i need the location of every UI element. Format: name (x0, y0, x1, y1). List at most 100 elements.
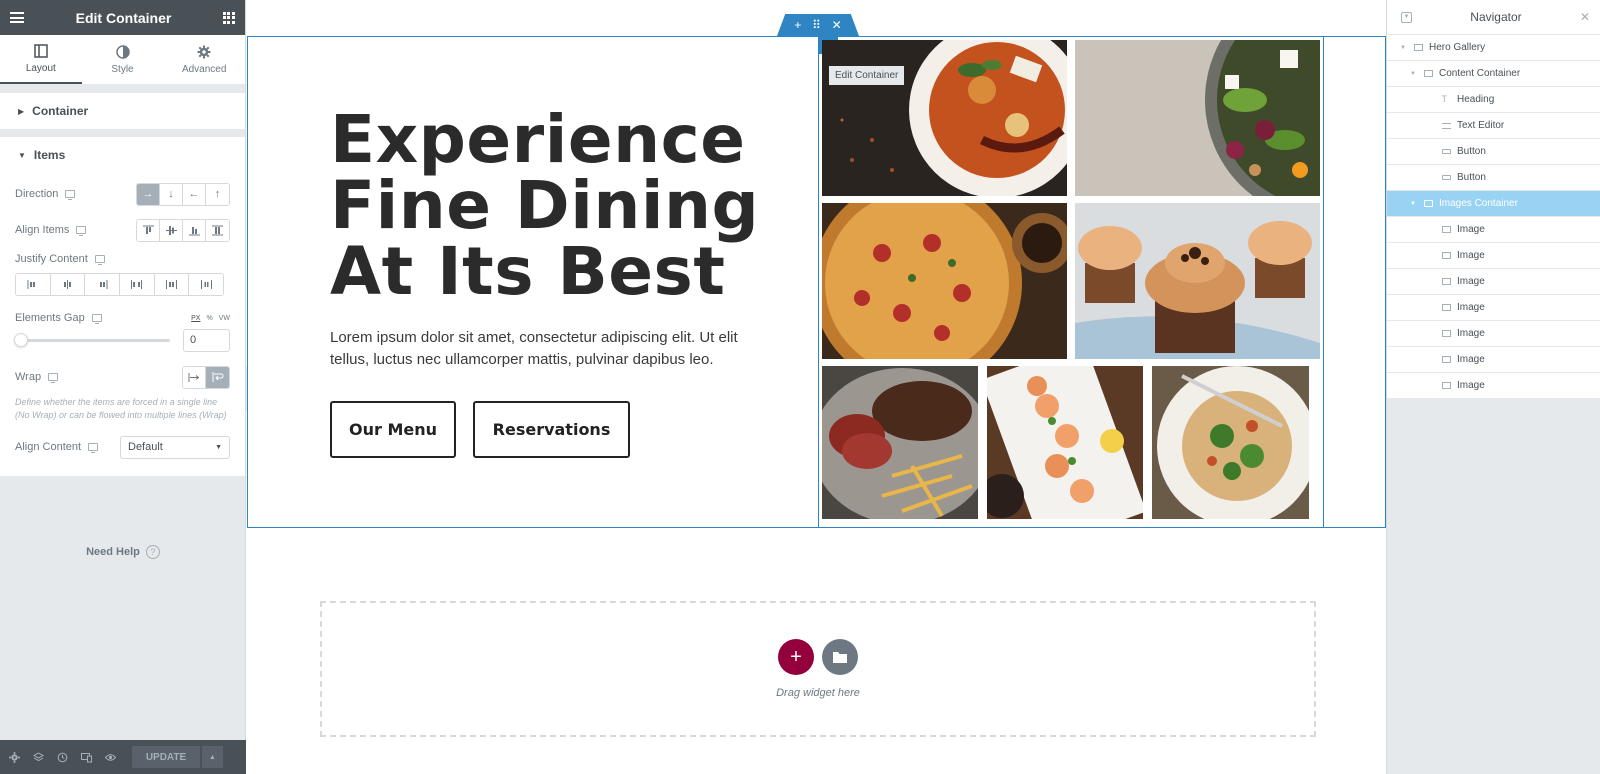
items-controls: Direction → ↓ ← ↑ Align Items Justify Co… (0, 173, 245, 476)
justify-end-icon[interactable] (85, 274, 121, 295)
no-wrap-icon[interactable] (183, 366, 206, 388)
tab-advanced[interactable]: Advanced (163, 35, 245, 84)
control-label: Justify Content (15, 253, 88, 265)
navigator-item[interactable]: Image (1387, 269, 1600, 295)
direction-row-reverse-button[interactable]: ← (183, 183, 206, 205)
menu-icon[interactable] (10, 12, 24, 23)
justify-center-icon[interactable] (50, 274, 86, 295)
update-options-chevron-icon[interactable]: ▲ (201, 746, 223, 768)
preview-eye-icon[interactable] (102, 749, 118, 765)
update-button[interactable]: UPDATE (132, 746, 200, 768)
hero-text[interactable]: Lorem ipsum dolor sit amet, consectetur … (330, 327, 780, 371)
collapse-all-icon[interactable]: ▼ (1401, 11, 1412, 23)
caret-down-icon[interactable]: ▼ (1399, 45, 1407, 51)
add-section-icon[interactable]: + (778, 639, 814, 675)
text-editor-icon (1441, 121, 1451, 130)
history-icon[interactable] (54, 749, 70, 765)
layers-icon[interactable] (30, 749, 46, 765)
editor-canvas: + ⠿ ✕ Experience Fine Dining At Its Best… (247, 0, 1386, 774)
align-end-icon[interactable] (183, 219, 206, 241)
responsive-desktop-icon[interactable] (48, 373, 59, 383)
close-icon[interactable]: ✕ (832, 18, 842, 32)
navigator-item-label: Image (1457, 250, 1485, 261)
navigator-item-label: Image (1457, 276, 1485, 287)
navigator-item[interactable]: Button (1387, 165, 1600, 191)
justify-space-between-icon[interactable] (120, 274, 155, 295)
image-icon (1441, 277, 1451, 286)
responsive-desktop-icon[interactable] (88, 443, 99, 453)
caret-down-icon[interactable]: ▼ (1409, 71, 1417, 77)
add-icon[interactable]: + (794, 18, 801, 32)
justify-space-around-icon[interactable] (154, 274, 190, 295)
direction-row-button[interactable]: → (137, 183, 160, 205)
section-container[interactable]: ▶ Container (0, 93, 245, 129)
need-help-link[interactable]: Need Help ? (0, 545, 246, 559)
image-icon (1441, 303, 1451, 312)
justify-space-evenly-icon[interactable] (189, 274, 223, 295)
unit-switcher: PX % VW (191, 315, 230, 322)
gallery-image[interactable] (1075, 203, 1320, 359)
reservations-button[interactable]: Reservations (473, 401, 630, 458)
navigator-item[interactable]: ▼ Images Container (1387, 191, 1600, 217)
direction-column-button[interactable]: ↓ (160, 183, 183, 205)
wrap-choices (182, 365, 230, 389)
empty-section-drop-zone[interactable]: + Drag widget here (320, 601, 1316, 737)
responsive-desktop-icon[interactable] (94, 255, 105, 265)
navigator-item-label: Hero Gallery (1429, 42, 1486, 53)
unit-percent[interactable]: % (206, 315, 212, 322)
tab-style[interactable]: Style (82, 35, 164, 84)
image-icon (1441, 381, 1451, 390)
responsive-mode-icon[interactable] (78, 749, 94, 765)
navigator-item[interactable]: ▼ Hero Gallery (1387, 35, 1600, 61)
image-icon (1441, 355, 1451, 364)
tab-layout[interactable]: Layout (0, 35, 82, 84)
justify-start-icon[interactable] (16, 274, 51, 295)
hero-gallery-container[interactable]: Experience Fine Dining At Its Best Lorem… (247, 36, 1386, 528)
settings-icon[interactable] (6, 749, 22, 765)
navigator-item[interactable]: Button (1387, 139, 1600, 165)
folder-icon[interactable] (822, 639, 858, 675)
navigator-item[interactable]: Text Editor (1387, 113, 1600, 139)
section-items[interactable]: ▼ Items (0, 137, 245, 173)
gallery-image[interactable] (1152, 366, 1309, 519)
unit-vw[interactable]: VW (219, 315, 230, 322)
navigator-item[interactable]: Image (1387, 295, 1600, 321)
navigator-item[interactable]: T Heading (1387, 87, 1600, 113)
responsive-desktop-icon[interactable] (91, 314, 102, 324)
align-content-select[interactable]: Default ▼ (120, 435, 230, 459)
drag-handle-icon[interactable]: ⠿ (812, 18, 821, 32)
responsive-desktop-icon[interactable] (76, 226, 87, 236)
responsive-desktop-icon[interactable] (65, 190, 76, 200)
elements-gap-input[interactable] (183, 328, 230, 352)
gallery-image[interactable] (1075, 40, 1320, 196)
navigator-tree: ▼ Hero Gallery ▼ Content Container T Heading T… (1387, 35, 1600, 399)
our-menu-button[interactable]: Our Menu (330, 401, 456, 458)
align-center-icon[interactable] (160, 219, 183, 241)
caret-down-icon[interactable]: ▼ (1409, 201, 1417, 207)
container-handle[interactable]: + ⠿ ✕ (777, 14, 859, 36)
navigator-item[interactable]: ▼ Content Container (1387, 61, 1600, 87)
gallery-image[interactable] (822, 40, 1067, 196)
close-icon[interactable]: ✕ (1580, 10, 1590, 24)
need-help-label: Need Help (86, 546, 140, 558)
navigator-item[interactable]: Image (1387, 321, 1600, 347)
align-start-icon[interactable] (137, 219, 160, 241)
section-title: Container (32, 104, 89, 118)
navigator-item[interactable]: Image (1387, 217, 1600, 243)
gallery-image[interactable] (822, 203, 1067, 359)
images-container[interactable]: Edit Container (818, 36, 1324, 528)
widgets-grid-icon[interactable] (222, 11, 235, 24)
unit-px[interactable]: PX (191, 315, 200, 322)
hero-heading[interactable]: Experience Fine Dining At Its Best (330, 107, 790, 305)
navigator-item[interactable]: Image (1387, 243, 1600, 269)
navigator-item-label: Image (1457, 328, 1485, 339)
navigator-item[interactable]: Image (1387, 347, 1600, 373)
slider-handle[interactable] (14, 332, 28, 347)
direction-column-reverse-button[interactable]: ↑ (206, 183, 229, 205)
navigator-item[interactable]: Image (1387, 373, 1600, 399)
gallery-image[interactable] (822, 366, 978, 519)
wrap-icon[interactable] (206, 366, 229, 388)
gallery-image[interactable] (987, 366, 1143, 519)
align-stretch-icon[interactable] (206, 219, 229, 241)
elements-gap-slider[interactable] (14, 332, 170, 347)
